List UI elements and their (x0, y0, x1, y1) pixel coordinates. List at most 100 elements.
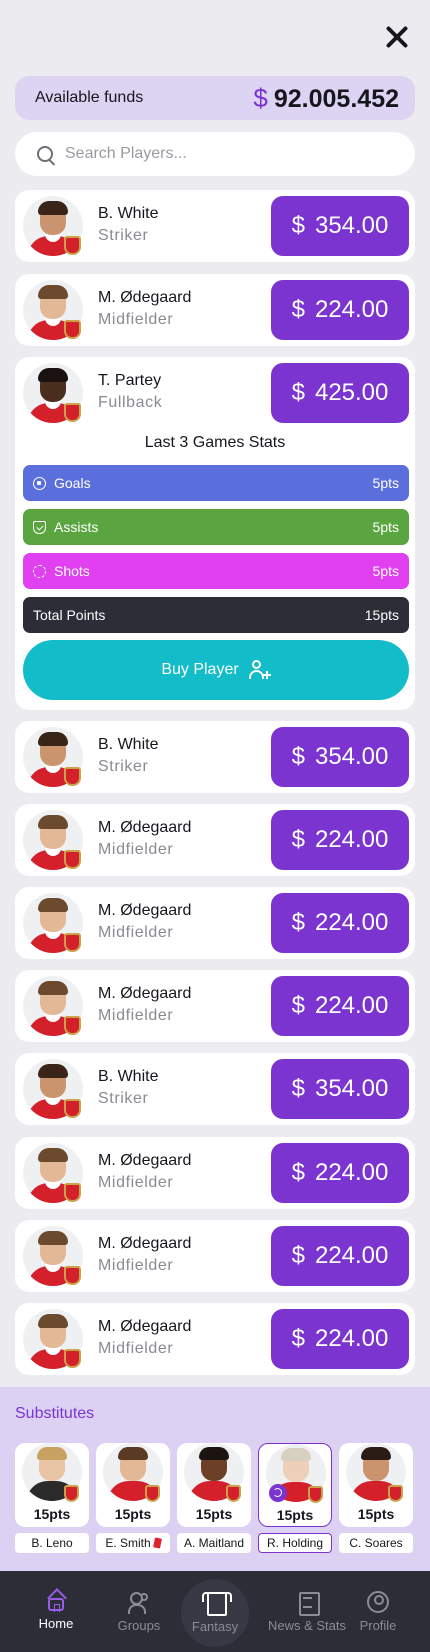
nav-label: Groups (117, 1617, 161, 1633)
player-card-expanded[interactable]: T. Partey Fullback $425.00 Last 3 Games … (15, 357, 415, 710)
price-button[interactable]: $224.00 (271, 810, 409, 870)
player-name: M. Ødegaard (98, 985, 192, 1002)
substitute-card[interactable]: 15pts C. Soares (339, 1443, 413, 1553)
profile-icon (367, 1590, 389, 1613)
search-bar[interactable] (15, 132, 415, 176)
price-button[interactable]: $224.00 (271, 1143, 409, 1203)
substitute-card[interactable]: 15pts B. Leno (15, 1443, 89, 1553)
search-input[interactable] (65, 145, 393, 163)
nav-profile[interactable]: Profile (353, 1571, 403, 1652)
player-row[interactable]: M. Ødegaard Midfielder $224.00 (15, 1137, 415, 1209)
nav-label: News & Stats (267, 1617, 347, 1633)
price-button[interactable]: $354.00 (271, 196, 409, 256)
nav-groups[interactable]: Groups (108, 1571, 170, 1652)
price-button[interactable]: $354.00 (271, 727, 409, 787)
price-button[interactable]: $224.00 (271, 1309, 409, 1369)
player-row[interactable]: B. White Striker $354.00 (15, 190, 415, 262)
player-name: B. White (98, 1068, 159, 1085)
price-value: 354.00 (314, 743, 389, 770)
nav-home[interactable]: Home (30, 1571, 82, 1652)
player-row[interactable]: M. Ødegaard Midfielder $224.00 (15, 1220, 415, 1292)
substitute-card[interactable]: 15pts E. Smith (96, 1443, 170, 1553)
assist-icon (33, 520, 46, 534)
nav-news-stats[interactable]: News & Stats (265, 1571, 349, 1652)
player-position: Midfielder (98, 311, 174, 328)
stat-shots: Shots 5pts (23, 553, 409, 589)
player-row[interactable]: B. White Striker $354.00 (15, 721, 415, 793)
dollar-icon: $ (291, 909, 305, 936)
player-name: B. White (98, 205, 159, 222)
dollar-icon: $ (291, 1159, 305, 1186)
player-name: B. White (98, 736, 159, 753)
substitute-photo[interactable]: 15pts (177, 1443, 251, 1527)
player-card[interactable]: B. White Striker $354.00 (15, 721, 415, 793)
bottom-nav: Home Groups Fantasy News & Stats Profile (0, 1571, 430, 1652)
price-button[interactable]: $224.00 (271, 280, 409, 340)
player-card[interactable]: M. Ødegaard Midfielder $224.00 (15, 1303, 415, 1375)
price-value: 224.00 (314, 826, 389, 853)
dollar-icon: $ (291, 743, 305, 770)
player-name: T. Partey (98, 372, 162, 389)
player-card[interactable]: M. Ødegaard Midfielder $224.00 (15, 1220, 415, 1292)
player-card[interactable]: B. White Striker $354.00 (15, 1053, 415, 1125)
substitutes-title: Substitutes (15, 1405, 95, 1422)
add-user-icon (248, 659, 271, 681)
player-row[interactable]: M. Ødegaard Midfielder $224.00 (15, 970, 415, 1042)
player-card[interactable]: B. White Striker $354.00 (15, 190, 415, 262)
player-row[interactable]: M. Ødegaard Midfielder $224.00 (15, 274, 415, 346)
nav-label: Fantasy (191, 1618, 239, 1634)
player-position: Fullback (98, 394, 163, 411)
substitute-photo[interactable]: 15pts (339, 1443, 413, 1527)
price-button[interactable]: $425.00 (271, 363, 409, 423)
dollar-icon: $ (253, 82, 268, 113)
price-button[interactable]: $224.00 (271, 976, 409, 1036)
close-button[interactable] (382, 22, 412, 52)
player-card[interactable]: M. Ødegaard Midfielder $224.00 (15, 274, 415, 346)
club-crest-icon (145, 1485, 160, 1502)
club-crest-icon (64, 1266, 81, 1285)
player-card[interactable]: M. Ødegaard Midfielder $224.00 (15, 1137, 415, 1209)
price-value: 224.00 (314, 1242, 389, 1269)
price-button[interactable]: $224.00 (271, 1226, 409, 1286)
club-crest-icon (388, 1485, 403, 1502)
player-row[interactable]: T. Partey Fullback $425.00 (15, 357, 415, 429)
player-position: Midfielder (98, 1340, 174, 1357)
red-card-icon (152, 1537, 162, 1549)
substitute-card[interactable]: 15pts A. Maitland (177, 1443, 251, 1553)
player-row[interactable]: M. Ødegaard Midfielder $224.00 (15, 887, 415, 959)
price-value: 224.00 (314, 1325, 389, 1352)
player-row[interactable]: M. Ødegaard Midfielder $224.00 (15, 804, 415, 876)
price-button[interactable]: $224.00 (271, 893, 409, 953)
substitute-photo[interactable]: 15pts (258, 1443, 332, 1527)
dollar-icon: $ (291, 826, 305, 853)
substitute-card-selected[interactable]: 15pts R. Holding (258, 1443, 332, 1553)
player-card[interactable]: M. Ødegaard Midfielder $224.00 (15, 970, 415, 1042)
player-position: Striker (98, 1090, 149, 1107)
price-value: 354.00 (314, 1075, 389, 1102)
player-row[interactable]: M. Ødegaard Midfielder $224.00 (15, 1303, 415, 1375)
swap-icon[interactable] (269, 1484, 287, 1502)
substitute-points: 15pts (357, 1506, 395, 1522)
dollar-icon: $ (291, 1242, 305, 1269)
substitute-name: R. Holding (266, 1536, 324, 1550)
dollar-icon: $ (291, 1075, 305, 1102)
shirt-icon (202, 1590, 232, 1616)
substitute-points: 15pts (195, 1506, 233, 1522)
dollar-icon: $ (291, 992, 305, 1019)
player-card[interactable]: M. Ødegaard Midfielder $224.00 (15, 887, 415, 959)
price-button[interactable]: $354.00 (271, 1059, 409, 1119)
buy-player-label: Buy Player (161, 661, 239, 678)
dollar-icon: $ (291, 212, 305, 239)
player-row[interactable]: B. White Striker $354.00 (15, 1053, 415, 1125)
home-icon (48, 1598, 64, 1612)
substitute-photo[interactable]: 15pts (15, 1443, 89, 1527)
buy-player-button[interactable]: Buy Player (23, 640, 409, 700)
club-crest-icon (308, 1486, 323, 1503)
substitute-name: A. Maitland (183, 1536, 245, 1550)
nav-fantasy[interactable]: Fantasy (185, 1571, 245, 1652)
price-value: 224.00 (314, 1159, 389, 1186)
player-name: M. Ødegaard (98, 819, 192, 836)
player-position: Striker (98, 227, 149, 244)
substitute-photo[interactable]: 15pts (96, 1443, 170, 1527)
player-card[interactable]: M. Ødegaard Midfielder $224.00 (15, 804, 415, 876)
